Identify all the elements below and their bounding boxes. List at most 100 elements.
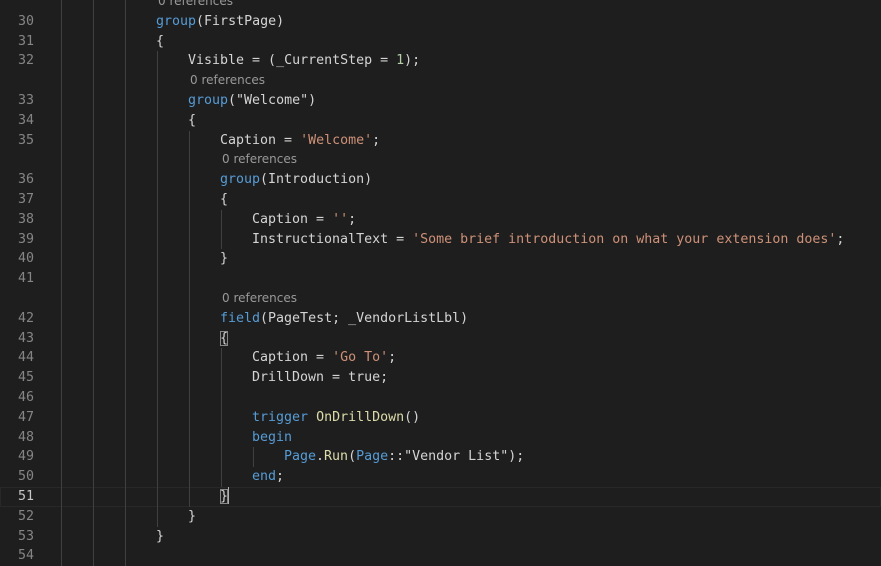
code-line[interactable]: 43 { [0,328,881,349]
code-token: ("Welcome") [228,92,317,108]
code-text: } [220,487,230,507]
code-line[interactable]: 35 Caption = 'Welcome'; [0,130,881,151]
references-count-link[interactable]: 0 references [190,71,265,91]
indent-guide [61,328,62,349]
code-line[interactable]: 31 { [0,31,881,52]
code-editor[interactable]: 0 references 30 group(FirstPage) 31{32 Visib… [0,0,881,566]
indent-guide [61,31,62,52]
code-token: } [156,528,165,544]
indent-guide [61,71,62,91]
line-number: 35 [17,132,34,148]
indent-guide [93,110,94,131]
indent-guide [93,288,94,309]
line-number: 52 [17,508,34,524]
code-line[interactable]: 49 Page.Run(Page::"Vendor List"); [0,447,881,468]
indent-guide [93,229,94,250]
indent-guide [125,150,126,171]
code-token: ; [348,211,357,227]
indent-guide [61,269,62,289]
codelens-references[interactable]: 0 references [0,0,881,12]
code-line[interactable]: 52} [0,506,881,527]
code-line[interactable]: 30 group(FirstPage) [0,11,881,32]
code-line[interactable]: 47 trigger OnDrillDown() [0,407,881,428]
code-token: OnDrillDown [316,409,405,425]
indent-guide [61,0,62,12]
code-token: InstructionalText = [252,231,413,247]
indent-guide [157,71,158,91]
indent-guide [157,288,158,309]
indent-guide [189,387,190,408]
indent-guide [157,506,158,527]
code-line[interactable]: 45 DrillDown = true; [0,368,881,388]
code-line[interactable]: 37 { [0,189,881,210]
code-token: () [404,409,421,425]
code-token: 1 [396,53,405,69]
references-count-link[interactable]: 0 references [222,289,297,309]
line-number: 51 [17,488,34,504]
code-line[interactable]: 36 group(Introduction) [0,170,881,190]
indent-guide [93,486,94,507]
code-line[interactable]: 33 group("Welcome") [0,90,881,111]
code-text: group("Welcome") [188,91,316,111]
indent-guide [93,0,94,12]
code-token: ; [388,350,397,366]
codelens-references[interactable]: 0 references [0,71,881,91]
codelens-references[interactable]: 0 references [0,150,881,171]
indent-guide [93,51,94,72]
indent-guide [93,308,94,329]
code-text: } [188,507,196,527]
indent-guide [157,328,158,349]
indent-guide [189,447,190,468]
indent-guide [157,486,158,507]
code-line[interactable]: 44 Caption = 'Go To'; [0,348,881,369]
code-text: } [156,527,164,547]
indent-guide [221,368,222,388]
indent-guide [125,328,126,349]
line-number: 38 [17,211,34,227]
code-text: begin [252,428,292,448]
code-token: (PageTest; _VendorListLbl) [260,310,469,326]
code-line[interactable]: 39 InstructionalText = 'Some brief introd… [0,229,881,250]
line-number: 48 [17,429,34,445]
indent-guide [61,427,62,448]
code-line[interactable]: 38 Caption = ''; [0,209,881,230]
code-line[interactable]: 40} [0,249,881,270]
code-text: Caption = 'Go To'; [252,348,396,368]
indent-guide [61,150,62,171]
codelens-references[interactable]: 0 references [0,288,881,309]
indent-guide [93,71,94,91]
code-token: ); [404,53,421,69]
indent-guide [221,427,222,448]
code-line[interactable]: 54 [0,546,881,566]
code-line[interactable]: 34 { [0,110,881,131]
line-number: 37 [17,191,34,207]
code-line[interactable]: 41 [0,269,881,289]
indent-guide [125,368,126,388]
indent-guide [157,170,158,190]
code-line[interactable]: 48 begin [0,427,881,448]
indent-guide [157,51,158,72]
indent-guide [61,189,62,210]
references-count-link[interactable]: 0 references [222,150,297,170]
code-line[interactable]: 51} [0,486,881,507]
code-text: end; [252,467,284,487]
code-line[interactable]: 50 end; [0,467,881,487]
code-line[interactable]: 32 Visible = (_CurrentStep = 1); [0,51,881,72]
line-number: 47 [17,409,34,425]
code-token: ; [836,231,845,247]
code-token: ( [196,13,205,29]
code-token: Caption = [252,350,333,366]
indent-guide [125,467,126,487]
code-token: _CurrentStep = [276,53,397,69]
references-count-link[interactable]: 0 references [158,0,233,12]
code-line[interactable]: 53} [0,526,881,547]
code-token: } [220,251,229,267]
indent-guide [189,328,190,349]
indent-guide [189,486,190,507]
code-token: . [316,449,325,465]
code-line[interactable]: 42 field(PageTest; _VendorListLbl) [0,308,881,329]
code-line[interactable]: 46 [0,387,881,408]
code-token: trigger [252,409,309,425]
indent-guide [157,189,158,210]
line-number: 53 [17,528,34,544]
